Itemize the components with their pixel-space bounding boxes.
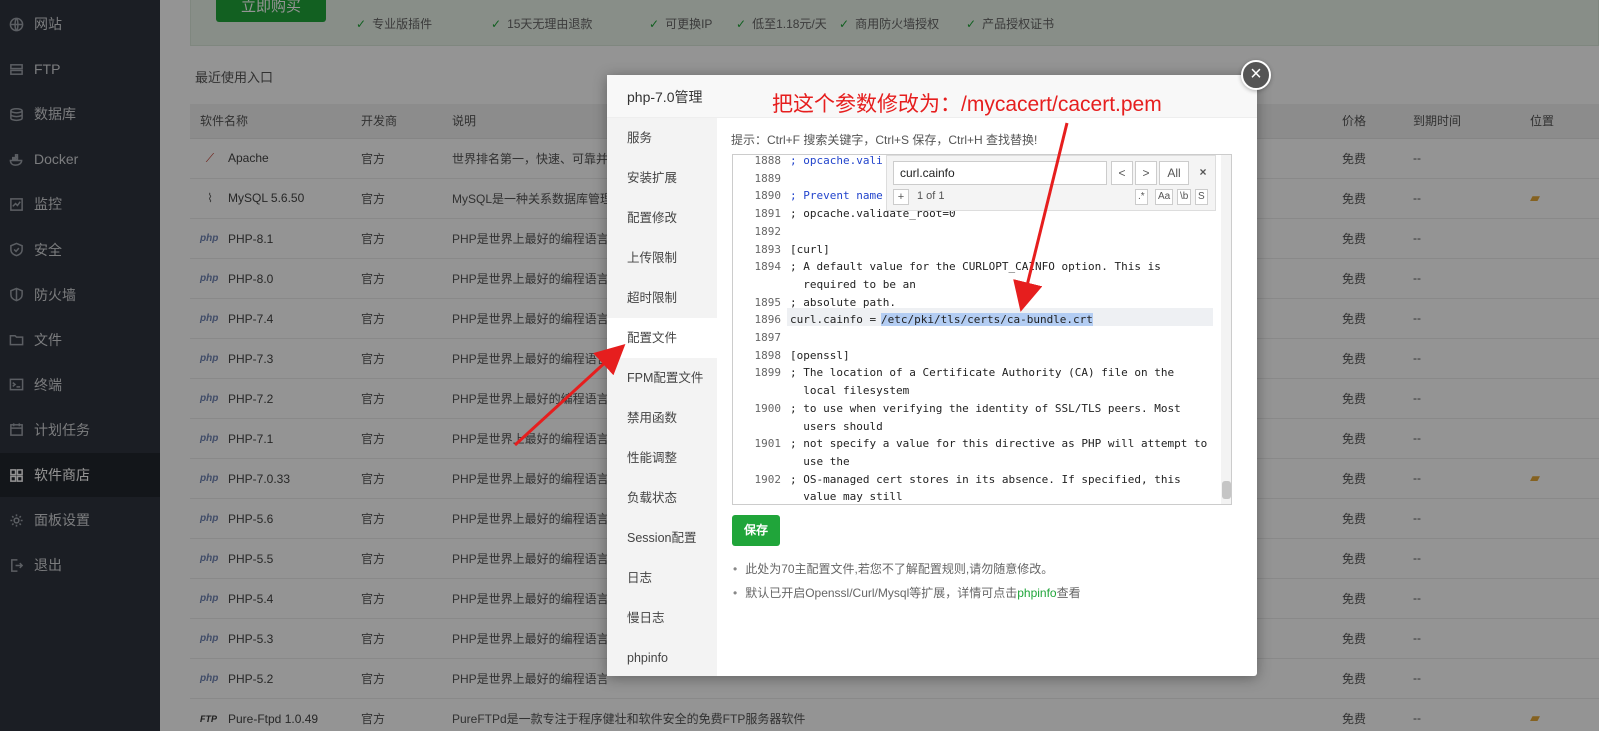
line-number: 1889 <box>754 171 782 185</box>
code-line: ; to use when verifying the identity of … <box>790 401 1181 415</box>
search-regex-toggle[interactable]: .* <box>1135 189 1148 205</box>
code-line: curl.cainfo = <box>790 313 883 327</box>
line-number: 1892 <box>754 224 782 238</box>
annotation-text: 把这个参数修改为：/mycacert/cacert.pem <box>772 93 1162 116</box>
dialog-nav-item[interactable]: 负载状态 <box>607 478 717 518</box>
close-icon[interactable]: × <box>1241 60 1271 90</box>
editor-hint: 提示：Ctrl+F 搜索关键字，Ctrl+S 保存，Ctrl+H 查找替换! <box>731 133 1038 147</box>
scrollbar-thumb[interactable] <box>1222 481 1231 499</box>
line-number: 1896 <box>754 313 782 327</box>
code-line: ; Prevent name <box>790 189 883 203</box>
editor-scrollbar[interactable] <box>1221 155 1231 504</box>
code-line: ; OS-managed cert stores in its absence.… <box>790 472 1181 486</box>
phpinfo-link[interactable]: phpinfo <box>1017 586 1056 600</box>
line-number: 1890 <box>754 189 782 203</box>
line-number: 1893 <box>754 242 782 256</box>
dialog-nav-item[interactable]: FPM配置文件 <box>607 358 717 398</box>
code-line: [curl] <box>790 242 830 256</box>
save-button[interactable]: 保存 <box>732 515 780 546</box>
tips-list: 此处为70主配置文件,若您不了解配置规则,请勿随意修改。 默认已开启Openss… <box>733 557 1081 605</box>
tip-item: 默认已开启Openssl/Curl/Mysql等扩展，详情可点击phpinfo查… <box>733 581 1081 605</box>
dialog-nav-item[interactable]: 上传限制 <box>607 238 717 278</box>
code-line: ; not specify a value for this directive… <box>790 437 1208 451</box>
config-editor[interactable]: 1888 1889 1890 1891 1892 1893 1894 1895 1896 1897… <box>732 154 1232 505</box>
dialog-nav: 服务 安装扩展 配置修改 上传限制 超时限制 配置文件 FPM配置文件 禁用函数 性能调整 负载状… <box>607 118 717 676</box>
tip-text: 此处为70主配置文件,若您不了解配置规则,请勿随意修改。 <box>745 562 1054 576</box>
php-manage-dialog: php-7.0管理 × 服务 安装扩展 配置修改 上传限制 超时限制 配置文件 FPM配置文… <box>607 60 1271 676</box>
dialog-nav-item[interactable]: 禁用函数 <box>607 398 717 438</box>
tip-item: 此处为70主配置文件,若您不了解配置规则,请勿随意修改。 <box>733 557 1081 581</box>
code-line: local filesystem <box>790 384 910 398</box>
code-line: [openssl] <box>790 348 850 362</box>
dialog-nav-item[interactable]: 配置修改 <box>607 198 717 238</box>
line-number: 1900 <box>754 401 782 415</box>
selected-path[interactable]: /etc/pki/tls/certs/ca-bundle.crt <box>881 313 1093 327</box>
line-number: 1894 <box>754 260 782 274</box>
line-number: 1888 <box>754 154 782 167</box>
dialog-nav-item[interactable]: 超时限制 <box>607 278 717 318</box>
line-number: 1899 <box>754 366 782 380</box>
dialog-title: php-7.0管理 <box>627 89 703 105</box>
code-line: ; The location of a Certificate Authorit… <box>790 366 1175 380</box>
search-selection-toggle[interactable]: S <box>1195 189 1208 205</box>
code-line: ; A default value for the CURLOPT_CAINFO… <box>790 260 1161 274</box>
line-number: 1901 <box>754 437 782 451</box>
dialog-nav-item[interactable]: 慢日志 <box>607 598 717 638</box>
search-next-button[interactable]: > <box>1135 161 1157 185</box>
dialog-nav-item[interactable]: 服务 <box>607 118 717 158</box>
search-prev-button[interactable]: < <box>1111 161 1133 185</box>
search-count: 1 of 1 <box>917 190 945 202</box>
code-line: users should <box>790 419 883 433</box>
line-number: 1897 <box>754 331 782 344</box>
code-line: value may still <box>790 490 903 504</box>
line-gutter: 1888 1889 1890 1891 1892 1893 1894 1895 1896 1897… <box>733 154 787 504</box>
tip-text: 查看 <box>1056 586 1081 600</box>
search-expand-button[interactable]: + <box>893 189 909 205</box>
line-number: 1902 <box>754 472 782 486</box>
line-number: 1891 <box>754 207 782 221</box>
line-number: 1895 <box>754 295 782 309</box>
dialog-nav-item[interactable]: 配置文件 <box>607 318 717 358</box>
search-word-toggle[interactable]: \b <box>1177 189 1192 205</box>
dialog-nav-item[interactable]: Session配置 <box>607 518 717 558</box>
search-close-icon[interactable]: × <box>1192 161 1214 185</box>
code-line: required to be an <box>790 277 916 291</box>
dialog-nav-item[interactable]: 安装扩展 <box>607 158 717 198</box>
dialog-nav-item[interactable]: 性能调整 <box>607 438 717 478</box>
search-case-toggle[interactable]: Aa <box>1155 189 1174 205</box>
code-line: ; opcache.vali <box>790 154 883 167</box>
code-line: ; absolute path. <box>790 295 896 309</box>
line-number: 1898 <box>754 348 782 362</box>
search-input[interactable]: curl.cainfo <box>893 161 1107 185</box>
search-all-button[interactable]: All <box>1159 161 1189 185</box>
dialog-nav-item[interactable]: 日志 <box>607 558 717 598</box>
code-line: use the <box>790 454 850 468</box>
dialog-nav-item[interactable]: phpinfo <box>607 638 717 678</box>
tip-text: 默认已开启Openssl/Curl/Mysql等扩展，详情可点击 <box>745 586 1018 600</box>
search-panel: curl.cainfo < > All × + 1 of 1 .* Aa \b … <box>886 155 1216 211</box>
